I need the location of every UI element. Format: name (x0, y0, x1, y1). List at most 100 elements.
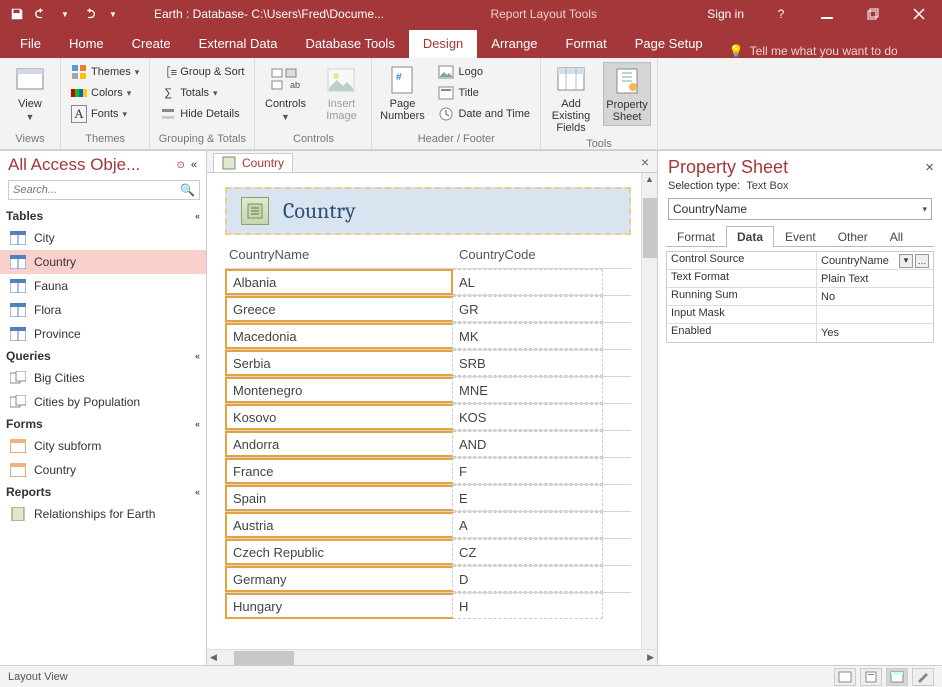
report-title[interactable]: Country (283, 198, 356, 224)
cell-countrycode[interactable]: F (453, 458, 603, 484)
table-row[interactable]: GermanyD (225, 565, 631, 592)
save-icon[interactable] (6, 3, 28, 25)
view-button[interactable]: View ▼ (6, 62, 54, 124)
cell-countryname[interactable]: Spain (225, 485, 453, 511)
ps-tab-other[interactable]: Other (827, 226, 879, 247)
tab-database-tools[interactable]: Database Tools (291, 30, 408, 58)
fonts-button[interactable]: AFonts ▾ (67, 104, 143, 124)
cell-countryname[interactable]: Macedonia (225, 323, 453, 349)
table-row[interactable]: HungaryH (225, 592, 631, 619)
cell-countrycode[interactable]: GR (453, 296, 603, 322)
help-icon[interactable]: ? (758, 0, 804, 28)
report-header[interactable]: Country (225, 187, 631, 235)
cell-countryname[interactable]: Montenegro (225, 377, 453, 403)
property-row[interactable]: Running SumNo (667, 288, 933, 306)
table-row[interactable]: FranceF (225, 457, 631, 484)
layout-view-button[interactable] (886, 668, 908, 686)
cell-countrycode[interactable]: MK (453, 323, 603, 349)
property-row[interactable]: EnabledYes (667, 324, 933, 342)
qat-customize-icon[interactable]: ▼ (102, 3, 124, 25)
table-row[interactable]: Czech RepublicCZ (225, 538, 631, 565)
property-value[interactable]: CountryName▾… (817, 252, 933, 269)
ps-tab-format[interactable]: Format (666, 226, 726, 247)
cell-countryname[interactable]: Germany (225, 566, 453, 592)
nav-item-city-subform[interactable]: City subform (0, 434, 206, 458)
cell-countryname[interactable]: Kosovo (225, 404, 453, 430)
column-header-name[interactable]: CountryName (225, 247, 455, 262)
table-row[interactable]: AustriaA (225, 511, 631, 538)
scroll-right-icon[interactable]: ▶ (644, 652, 657, 663)
cell-countryname[interactable]: Serbia (225, 350, 453, 376)
tell-me-search[interactable]: 💡 Tell me what you want to do (717, 44, 910, 58)
cell-countryname[interactable]: Austria (225, 512, 453, 538)
nav-dropdown-icon[interactable]: ⊙ (173, 160, 187, 171)
tab-design[interactable]: Design (409, 30, 477, 58)
nav-item-province[interactable]: Province (0, 322, 206, 346)
table-row[interactable]: SerbiaSRB (225, 349, 631, 376)
nav-pane-title[interactable]: All Access Obje... (8, 155, 173, 175)
minimize-icon[interactable] (804, 0, 850, 28)
property-row[interactable]: Input Mask (667, 306, 933, 324)
page-numbers-button[interactable]: # Page Numbers (378, 62, 426, 124)
tab-external-data[interactable]: External Data (185, 30, 292, 58)
cell-countrycode[interactable]: E (453, 485, 603, 511)
cell-countryname[interactable]: Albania (225, 269, 453, 295)
redo-icon[interactable] (78, 3, 100, 25)
nav-item-city[interactable]: City (0, 226, 206, 250)
restore-icon[interactable] (850, 0, 896, 28)
themes-button[interactable]: Themes ▾ (67, 62, 143, 82)
colors-button[interactable]: Colors ▾ (67, 83, 143, 103)
nav-item-cities-by-population[interactable]: Cities by Population (0, 390, 206, 414)
property-value[interactable]: Plain Text (817, 270, 933, 287)
cell-countryname[interactable]: Hungary (225, 593, 453, 619)
undo-dropdown-icon[interactable]: ▼ (54, 3, 76, 25)
hide-details-button[interactable]: Hide Details (156, 104, 248, 124)
cell-countrycode[interactable]: D (453, 566, 603, 592)
add-existing-fields-button[interactable]: Add Existing Fields (547, 62, 595, 136)
property-value[interactable] (817, 306, 933, 323)
dropdown-icon[interactable]: ▾ (899, 254, 913, 268)
cell-countryname[interactable]: Greece (225, 296, 453, 322)
property-sheet-button[interactable]: Property Sheet (603, 62, 651, 126)
cell-countrycode[interactable]: MNE (453, 377, 603, 403)
property-row[interactable]: Text FormatPlain Text (667, 270, 933, 288)
datetime-button[interactable]: Date and Time (434, 104, 534, 124)
signin-button[interactable]: Sign in (693, 0, 758, 28)
property-value[interactable]: No (817, 288, 933, 305)
vertical-scrollbar[interactable]: ▲ (641, 173, 657, 649)
hscroll-thumb[interactable] (234, 651, 294, 665)
report-view-button[interactable] (834, 668, 856, 686)
nav-group-forms[interactable]: Forms« (0, 414, 206, 434)
document-close-icon[interactable]: × (633, 154, 657, 170)
totals-button[interactable]: ∑Totals ▾ (156, 83, 248, 103)
tab-arrange[interactable]: Arrange (477, 30, 551, 58)
cell-countrycode[interactable]: SRB (453, 350, 603, 376)
nav-item-fauna[interactable]: Fauna (0, 274, 206, 298)
tab-home[interactable]: Home (55, 30, 118, 58)
search-icon[interactable]: 🔍 (176, 183, 199, 197)
nav-item-country[interactable]: Country (0, 250, 206, 274)
close-icon[interactable] (896, 0, 942, 28)
ps-tab-all[interactable]: All (879, 226, 914, 247)
property-object-select[interactable]: CountryName ▾ (668, 198, 932, 220)
cell-countrycode[interactable]: CZ (453, 539, 603, 565)
search-input[interactable] (9, 184, 176, 196)
logo-button[interactable]: Logo (434, 62, 534, 82)
controls-button[interactable]: ab Controls ▼ (261, 62, 309, 124)
property-sheet-close-icon[interactable]: × (925, 159, 934, 176)
table-row[interactable]: MacedoniaMK (225, 322, 631, 349)
cell-countryname[interactable]: Czech Republic (225, 539, 453, 565)
document-tab-country[interactable]: Country (213, 153, 293, 172)
builder-icon[interactable]: … (915, 254, 929, 268)
tab-file[interactable]: File (6, 30, 55, 58)
group-sort-button[interactable]: ［≡Group & Sort (156, 62, 248, 82)
design-view-button[interactable] (912, 668, 934, 686)
print-preview-button[interactable] (860, 668, 882, 686)
table-row[interactable]: SpainE (225, 484, 631, 511)
title-button[interactable]: Title (434, 83, 534, 103)
nav-group-queries[interactable]: Queries« (0, 346, 206, 366)
nav-group-reports[interactable]: Reports« (0, 482, 206, 502)
tab-format[interactable]: Format (552, 30, 621, 58)
scroll-thumb[interactable] (643, 198, 657, 258)
cell-countrycode[interactable]: AL (453, 269, 603, 295)
